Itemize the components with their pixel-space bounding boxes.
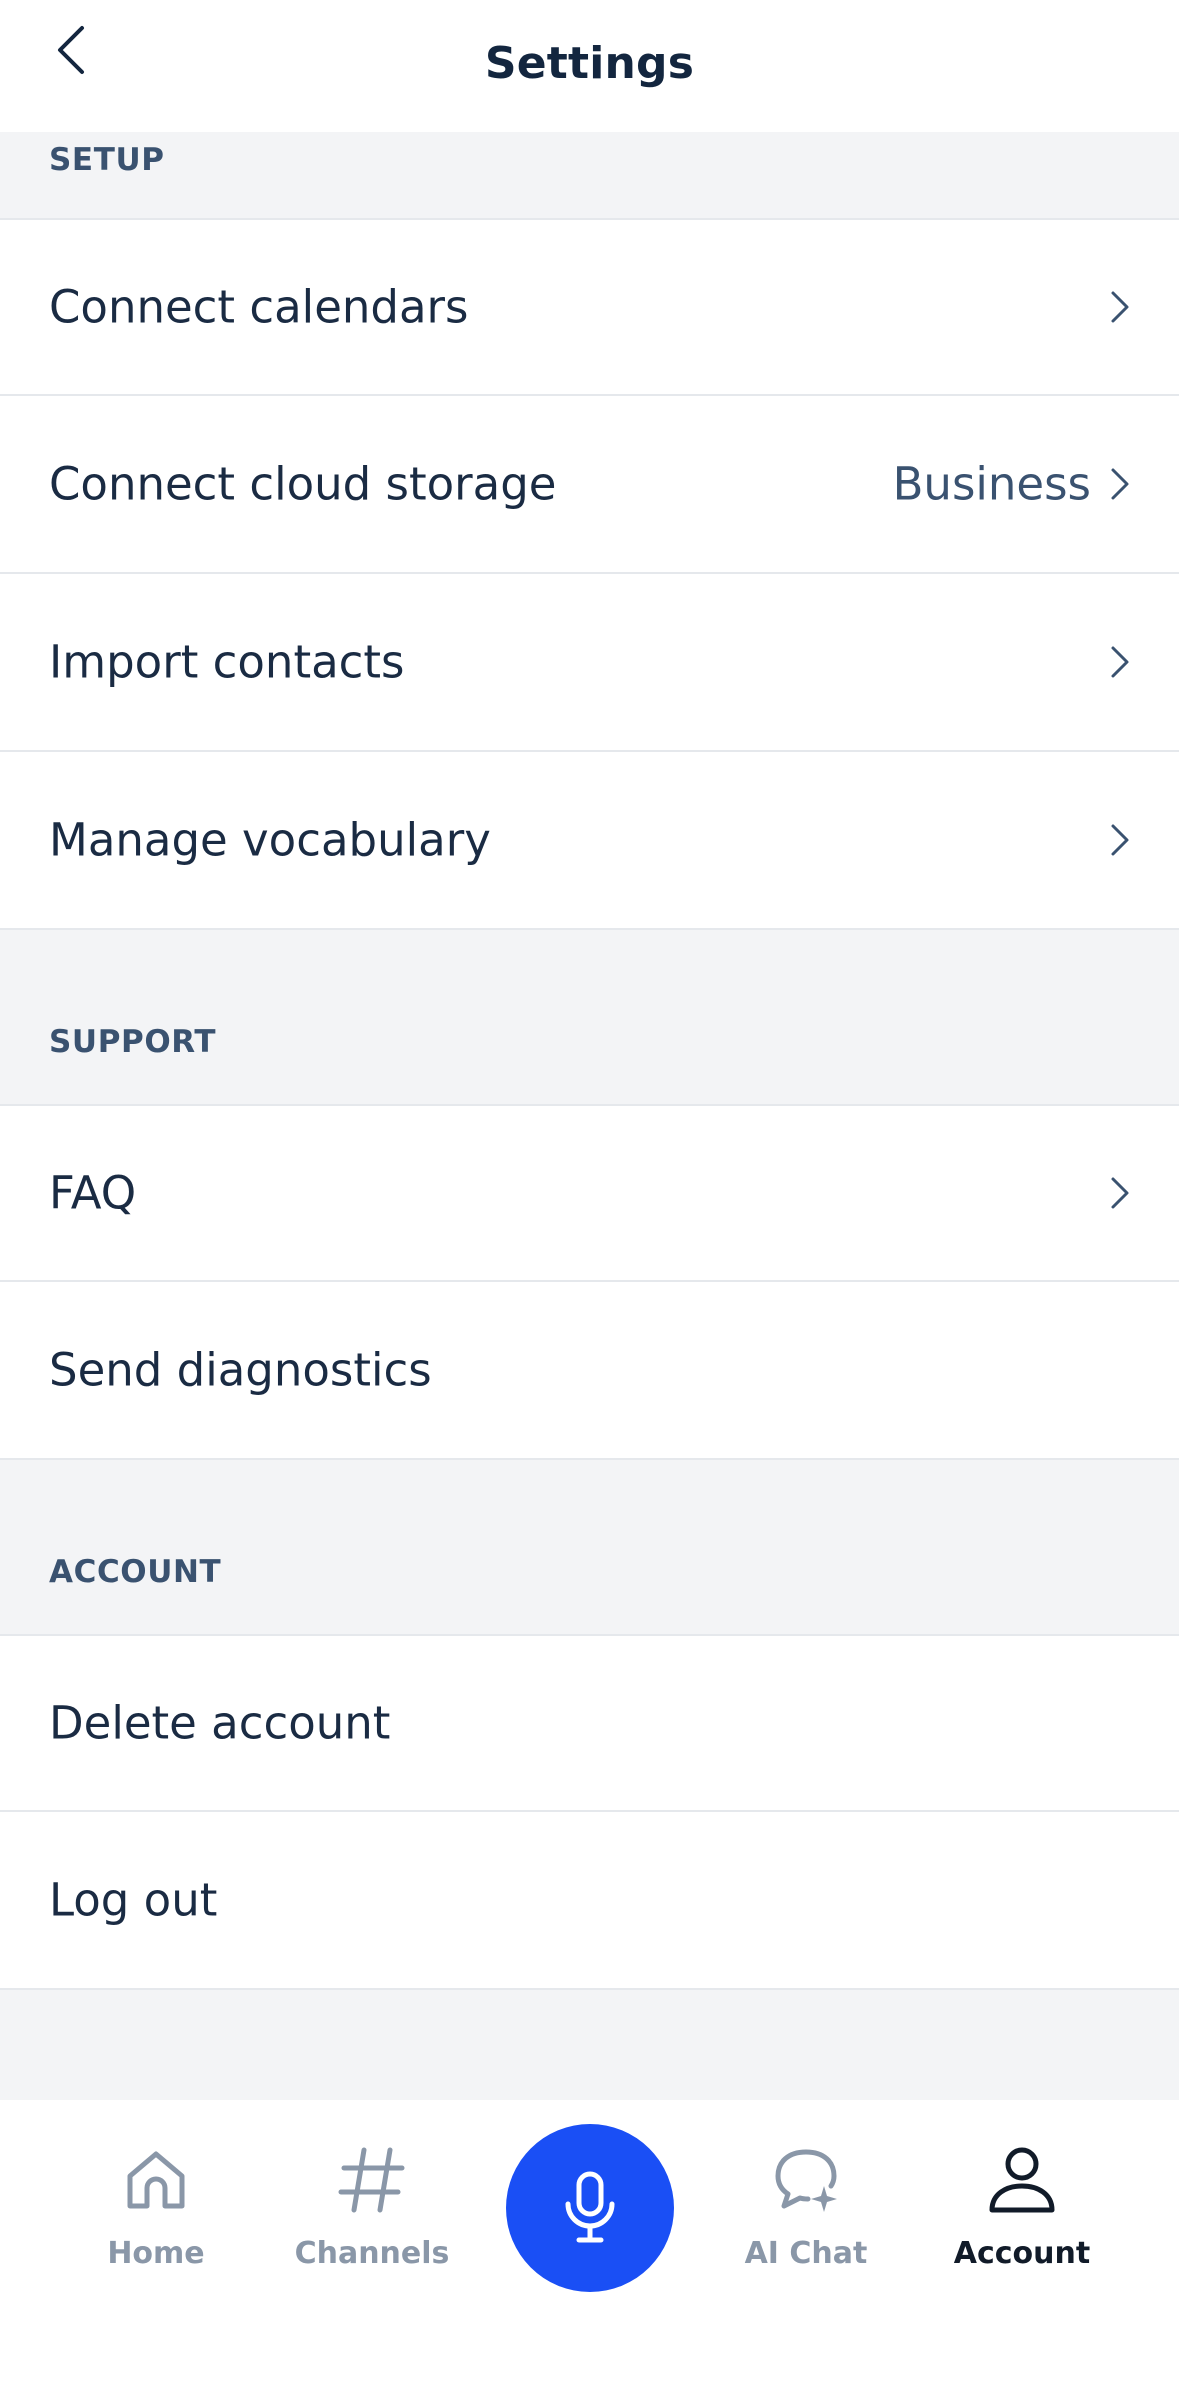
- row-label: FAQ: [49, 1166, 137, 1220]
- section-label-account: ACCOUNT: [49, 1554, 222, 1590]
- row-faq[interactable]: FAQ: [0, 1104, 1179, 1282]
- hash-icon: [338, 2147, 405, 2213]
- chevron-right-icon: [1111, 291, 1129, 323]
- record-button[interactable]: [506, 2124, 674, 2292]
- section-header-setup: SETUP: [0, 132, 1179, 218]
- row-label: Manage vocabulary: [49, 813, 491, 867]
- row-connect-calendars[interactable]: Connect calendars: [0, 218, 1179, 396]
- chevron-right-icon: [1111, 646, 1129, 678]
- row-label: Connect calendars: [49, 280, 469, 334]
- tab-ai-chat[interactable]: AI Chat: [716, 2144, 896, 2294]
- row-send-diagnostics[interactable]: Send diagnostics: [0, 1282, 1179, 1460]
- tab-account[interactable]: Account: [932, 2144, 1112, 2294]
- section-header-support: SUPPORT: [0, 930, 1179, 1104]
- row-manage-vocabulary[interactable]: Manage vocabulary: [0, 752, 1179, 930]
- row-label: Connect cloud storage: [49, 457, 557, 511]
- user-icon: [989, 2147, 1055, 2213]
- section-header-account: ACCOUNT: [0, 1460, 1179, 1634]
- chevron-right-icon: [1111, 468, 1129, 500]
- chevron-right-icon: [1111, 824, 1129, 856]
- tab-home[interactable]: Home: [66, 2144, 246, 2294]
- row-label: Log out: [49, 1873, 218, 1927]
- row-connect-cloud-storage[interactable]: Connect cloud storage Business: [0, 396, 1179, 574]
- home-icon: [127, 2151, 185, 2209]
- row-label: Delete account: [49, 1696, 391, 1750]
- page-title: Settings: [484, 38, 695, 89]
- row-label: Send diagnostics: [49, 1343, 432, 1397]
- bottom-tab-bar: Home Channels AI Chat Account: [0, 2100, 1179, 2396]
- tab-channels[interactable]: Channels: [282, 2144, 462, 2294]
- tab-label-channels: Channels: [294, 2236, 450, 2271]
- row-log-out[interactable]: Log out: [0, 1812, 1179, 1990]
- microphone-icon: [565, 2171, 615, 2243]
- row-label: Import contacts: [49, 635, 405, 689]
- ai-chat-icon: [775, 2149, 837, 2212]
- tab-label-ai-chat: AI Chat: [744, 2236, 868, 2271]
- section-label-support: SUPPORT: [49, 1024, 217, 1060]
- chevron-right-icon: [1111, 1177, 1129, 1209]
- tab-label-account: Account: [953, 2236, 1091, 2271]
- row-value-plan: Business: [892, 457, 1091, 511]
- section-label-setup: SETUP: [49, 142, 165, 178]
- header: Settings: [0, 0, 1179, 132]
- row-import-contacts[interactable]: Import contacts: [0, 574, 1179, 752]
- tab-label-home: Home: [107, 2236, 205, 2271]
- row-delete-account[interactable]: Delete account: [0, 1634, 1179, 1812]
